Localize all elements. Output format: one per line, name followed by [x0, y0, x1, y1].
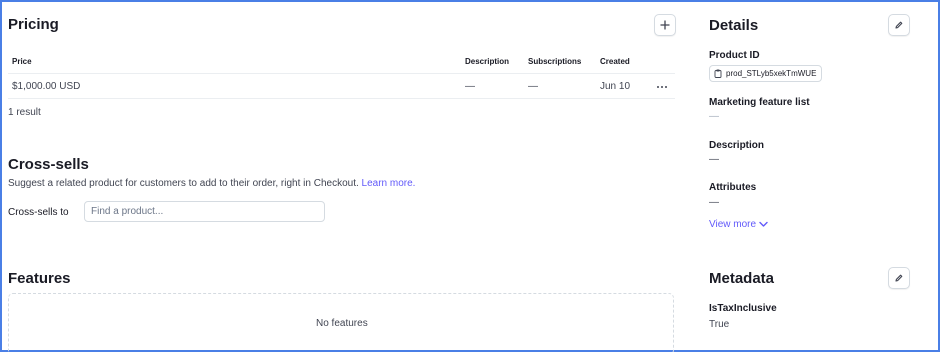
- view-more-label: View more: [709, 219, 757, 230]
- view-more-link[interactable]: View more: [709, 219, 768, 230]
- metadata-key: IsTaxInclusive: [709, 303, 777, 314]
- attributes-label: Attributes: [709, 182, 757, 193]
- metadata-title: Metadata: [709, 270, 775, 287]
- cross-sells-product-input[interactable]: [84, 201, 325, 222]
- cross-sells-description-text: Suggest a related product for customers …: [8, 178, 359, 189]
- product-id-copy-chip[interactable]: prod_STLyb5xekTmWUE: [709, 65, 823, 82]
- description-value: —: [709, 154, 719, 165]
- pricing-title: Pricing: [8, 16, 59, 33]
- edit-details-button[interactable]: [888, 14, 910, 36]
- description-label: Description: [709, 140, 765, 151]
- cross-sells-description: Suggest a related product for customers …: [8, 178, 415, 189]
- table-header-divider: [8, 73, 675, 74]
- features-empty-text: No features: [316, 318, 368, 329]
- add-price-button[interactable]: [654, 14, 676, 36]
- pencil-icon: [895, 21, 903, 29]
- more-horizontal-icon: [657, 86, 667, 88]
- row-actions-button[interactable]: [655, 80, 669, 92]
- product-id-value: prod_STLyb5xekTmWUE: [726, 69, 817, 78]
- column-header-description: Description: [465, 57, 510, 66]
- plus-icon: [660, 20, 670, 30]
- column-header-created: Created: [600, 57, 630, 66]
- product-id-label: Product ID: [709, 50, 760, 61]
- cross-sells-field-label: Cross-sells to: [8, 207, 69, 218]
- attributes-value: —: [709, 197, 719, 208]
- price-cell: $1,000.00 USD: [12, 81, 81, 92]
- marketing-feature-list-value: —: [709, 111, 719, 122]
- marketing-feature-list-label: Marketing feature list: [709, 97, 810, 108]
- table-row-divider: [8, 98, 675, 99]
- pencil-icon: [895, 274, 903, 282]
- features-title: Features: [8, 270, 71, 287]
- cross-sells-title: Cross-sells: [8, 156, 89, 173]
- subscriptions-cell: —: [528, 81, 538, 92]
- details-title: Details: [709, 17, 759, 34]
- learn-more-link[interactable]: Learn more.: [362, 178, 416, 189]
- clipboard-icon: [714, 69, 722, 78]
- metadata-value: True: [709, 319, 730, 330]
- column-header-subscriptions: Subscriptions: [528, 57, 582, 66]
- description-cell: —: [465, 81, 475, 92]
- created-cell: Jun 10: [600, 81, 631, 92]
- edit-metadata-button[interactable]: [888, 267, 910, 289]
- result-count: 1 result: [8, 107, 41, 118]
- chevron-down-icon: [759, 221, 768, 227]
- column-header-price: Price: [12, 57, 32, 66]
